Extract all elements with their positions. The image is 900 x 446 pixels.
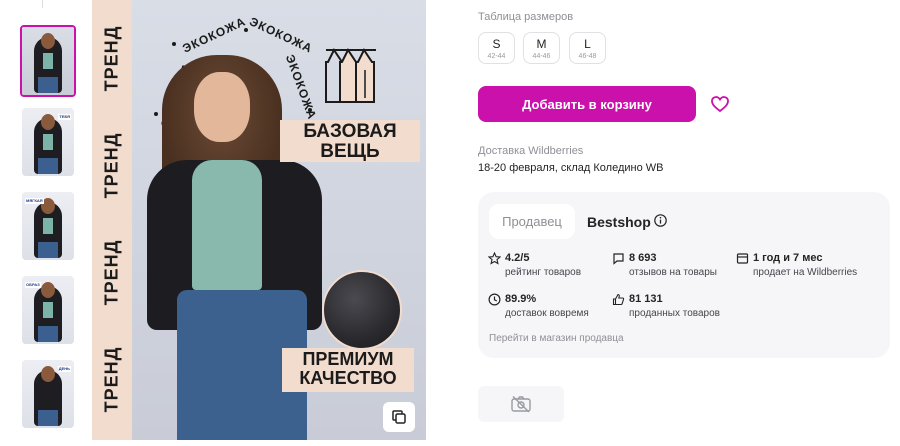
delivery-title: Доставка Wildberries: [478, 145, 584, 157]
delivery-date: 18-20 февраля, склад Коледино WB: [478, 162, 664, 174]
premium-quality-badge: ПРЕМИУМ КАЧЕСТВО: [282, 348, 414, 392]
stat-label: рейтинг товаров: [505, 267, 582, 278]
stat-value: 1 год и 7 мес: [753, 252, 823, 264]
stat-label: проданных товаров: [629, 308, 720, 319]
clock-icon: [488, 293, 501, 306]
decor-dot: [154, 112, 158, 116]
stat-value: 89.9%: [505, 293, 537, 305]
thumbs-up-icon: [612, 293, 625, 306]
stat-label: доставок вовремя: [505, 308, 589, 319]
media-placeholder[interactable]: [478, 386, 564, 422]
trend-stripe: ТРЕНД ТРЕНД ТРЕНД ТРЕНД: [92, 0, 132, 440]
trend-word: ТРЕНД: [101, 25, 122, 92]
basic-item-badge: БАЗОВАЯ ВЕЩЬ: [280, 120, 420, 162]
thumbnail-5[interactable]: ДЕНЬ: [22, 360, 74, 428]
size-label: S: [492, 37, 501, 51]
size-table-link[interactable]: Таблица размеров: [478, 11, 573, 23]
trend-word: ТРЕНД: [101, 239, 122, 306]
thumbnail-tag: ТЕБЯ: [58, 114, 71, 120]
thumbnail-1[interactable]: [20, 25, 76, 97]
size-range: 46-48: [578, 53, 597, 60]
clothes-rack-icon: [325, 48, 376, 103]
stat-value: 81 131: [629, 293, 663, 305]
heart-icon[interactable]: [710, 94, 730, 114]
copy-icon: [392, 410, 406, 424]
decor-dot: [308, 108, 312, 112]
thumbnail-3[interactable]: МЯГКАЯ: [22, 192, 74, 260]
leather-closeup: [322, 270, 402, 350]
go-to-store-link[interactable]: Перейти в магазин продавца: [489, 333, 624, 344]
thumbnail-gallery: ТЕБЯ МЯГКАЯ ОБРАЗ ДЕНЬ: [0, 0, 90, 446]
thumbnail-tag: ДЕНЬ: [57, 366, 71, 372]
seller-tab[interactable]: Продавец: [489, 204, 575, 239]
thumbnail-tag: МЯГКАЯ: [25, 198, 44, 204]
stat-label: отзывов на товары: [629, 267, 717, 278]
copy-button[interactable]: [383, 402, 415, 432]
info-icon[interactable]: [654, 214, 667, 227]
model-face: [194, 72, 250, 142]
size-range: 44-46: [532, 53, 551, 60]
stat-label: продает на Wildberries: [753, 267, 858, 278]
size-option-m[interactable]: M 44-46: [523, 32, 560, 64]
add-to-cart-button[interactable]: Добавить в корзину: [478, 86, 696, 122]
previous-thumbnail-sliver[interactable]: [42, 0, 54, 8]
thumbnail-2[interactable]: ТЕБЯ: [22, 108, 74, 176]
model-top: [192, 160, 262, 290]
star-icon: [488, 252, 501, 265]
camera-off-icon: [511, 395, 531, 413]
thumbnail-tag: ОБРАЗ: [25, 282, 41, 288]
decor-dot: [172, 42, 176, 46]
size-label: M: [536, 37, 547, 51]
size-option-l[interactable]: L 46-48: [569, 32, 606, 64]
size-label: L: [584, 37, 591, 51]
chat-icon: [613, 253, 624, 265]
decor-dot: [244, 28, 248, 32]
shop-icon: [736, 253, 749, 264]
stat-value: 8 693: [629, 252, 657, 264]
seller-name[interactable]: Bestshop: [587, 214, 651, 230]
seller-card: Продавец Bestshop 4.2/5 рейтинг товаров …: [478, 192, 890, 358]
trend-word: ТРЕНД: [101, 132, 122, 199]
thumbnail-4[interactable]: ОБРАЗ: [22, 276, 74, 344]
size-range: 42-44: [487, 53, 506, 60]
main-product-image[interactable]: ТРЕНД ТРЕНД ТРЕНД ТРЕНД ЭКОКОЖА ЭКОКОЖА …: [92, 0, 426, 440]
size-option-s[interactable]: S 42-44: [478, 32, 515, 64]
stat-value: 4.2/5: [505, 252, 530, 264]
trend-word: ТРЕНД: [101, 346, 122, 413]
